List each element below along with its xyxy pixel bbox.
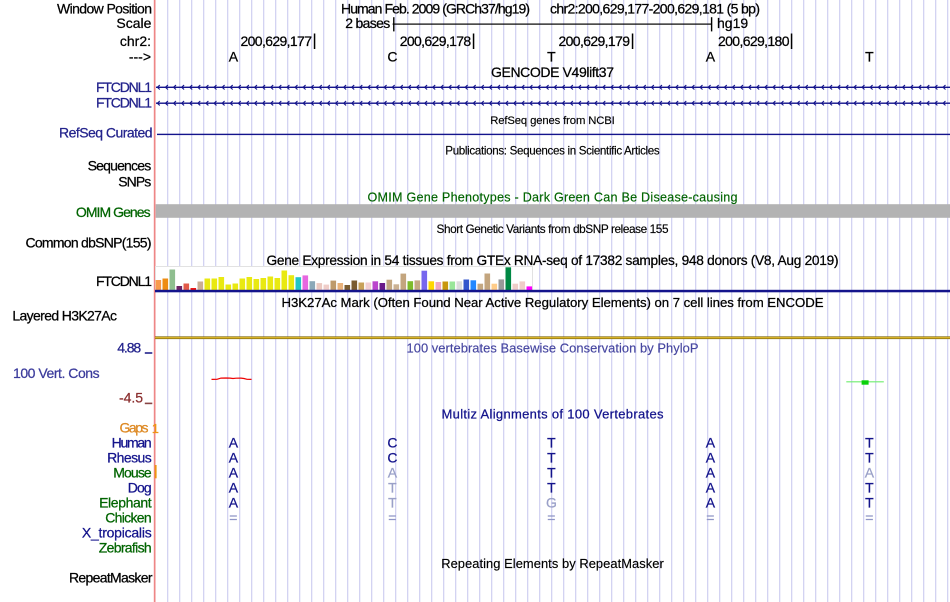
svg-text:SNPs: SNPs — [118, 174, 151, 190]
svg-text:A: A — [706, 450, 716, 466]
svg-text:C: C — [387, 450, 397, 466]
svg-text:A: A — [706, 435, 716, 451]
svg-text:RepeatMasker: RepeatMasker — [69, 570, 153, 586]
svg-text:RefSeq Curated: RefSeq Curated — [59, 125, 153, 141]
svg-text:T: T — [547, 465, 556, 481]
svg-text:Scale: Scale — [116, 15, 151, 31]
svg-text:Repeating Elements by RepeatMa: Repeating Elements by RepeatMasker — [441, 556, 664, 571]
svg-text:Mouse: Mouse — [113, 465, 152, 481]
svg-text:200,629,178: 200,629,178 — [400, 33, 472, 49]
svg-text:A: A — [706, 495, 716, 511]
svg-text:X_tropicalis: X_tropicalis — [82, 525, 152, 541]
svg-text:Gaps: Gaps — [120, 420, 149, 436]
svg-text:Gene Expression in 54 tissues: Gene Expression in 54 tissues from GTEx … — [267, 253, 839, 268]
svg-text:=: = — [547, 510, 555, 526]
svg-text:OMIM Gene Phenotypes - Dark Gr: OMIM Gene Phenotypes - Dark Green Can Be… — [368, 191, 738, 205]
svg-text:T: T — [388, 480, 397, 496]
svg-text:A: A — [865, 465, 875, 481]
svg-text:GENCODE V49lift37: GENCODE V49lift37 — [491, 64, 614, 80]
svg-text:2 bases: 2 bases — [345, 15, 390, 31]
svg-text:200,629,179: 200,629,179 — [559, 33, 631, 49]
svg-text:T: T — [547, 48, 556, 64]
svg-text:-4.5: -4.5 — [119, 389, 143, 405]
svg-text:=: = — [865, 510, 873, 526]
svg-text:A: A — [706, 48, 716, 64]
svg-text:T: T — [865, 480, 874, 496]
svg-text:T: T — [388, 495, 397, 511]
svg-text:A: A — [229, 48, 239, 64]
svg-text:A: A — [229, 465, 239, 481]
svg-text:1: 1 — [152, 422, 159, 436]
svg-text:A: A — [229, 480, 239, 496]
svg-text:Zebrafish: Zebrafish — [99, 540, 152, 556]
svg-text:--->: ---> — [129, 48, 151, 64]
svg-text:Publications: Sequences in Sci: Publications: Sequences in Scientific Ar… — [445, 145, 660, 158]
svg-text:Layered H3K27Ac: Layered H3K27Ac — [12, 308, 117, 324]
svg-text:Human: Human — [112, 435, 152, 451]
svg-text:4.88: 4.88 — [117, 339, 141, 355]
svg-text:100 vertebrates Basewise Conse: 100 vertebrates Basewise Conservation by… — [407, 341, 699, 356]
svg-text:Dog: Dog — [128, 480, 152, 496]
svg-text:100 Vert. Cons: 100 Vert. Cons — [13, 365, 100, 381]
svg-text:FTCDNL1: FTCDNL1 — [96, 79, 152, 95]
svg-text:A: A — [229, 450, 239, 466]
svg-text:=: = — [706, 510, 714, 526]
svg-text:=: = — [388, 510, 396, 526]
svg-text:Short Genetic Variants from db: Short Genetic Variants from dbSNP releas… — [437, 222, 669, 236]
svg-text:Human Feb. 2009 (GRCh37/hg19): Human Feb. 2009 (GRCh37/hg19) — [341, 0, 530, 16]
svg-text:T: T — [865, 435, 874, 451]
svg-text:200,629,177: 200,629,177 — [241, 33, 313, 49]
svg-text:T: T — [547, 450, 556, 466]
svg-text:A: A — [229, 495, 239, 511]
svg-text:200,629,180: 200,629,180 — [718, 33, 790, 49]
svg-text:G: G — [546, 495, 557, 511]
svg-text:Common dbSNP(155): Common dbSNP(155) — [26, 235, 152, 251]
svg-text:Sequences: Sequences — [88, 158, 152, 174]
svg-text:RefSeq genes from NCBI: RefSeq genes from NCBI — [490, 115, 615, 127]
svg-text:Rhesus: Rhesus — [107, 450, 152, 466]
svg-text:T: T — [865, 495, 874, 511]
svg-text:Elephant: Elephant — [99, 495, 152, 511]
svg-text:Chicken: Chicken — [105, 510, 152, 526]
svg-text:A: A — [388, 465, 398, 481]
svg-text:=: = — [229, 510, 237, 526]
svg-text:T: T — [865, 48, 874, 64]
svg-text:T: T — [547, 480, 556, 496]
svg-text:Multiz Alignments of 100 Verte: Multiz Alignments of 100 Vertebrates — [442, 407, 665, 422]
svg-text:FTCDNL1: FTCDNL1 — [96, 95, 152, 111]
svg-text:C: C — [387, 48, 397, 64]
svg-text:FTCDNL1: FTCDNL1 — [96, 273, 152, 289]
svg-text:T: T — [547, 435, 556, 451]
svg-text:T: T — [865, 450, 874, 466]
svg-text:C: C — [387, 435, 397, 451]
svg-text:A: A — [706, 465, 716, 481]
svg-text:OMIM Genes: OMIM Genes — [76, 204, 151, 220]
svg-text:hg19: hg19 — [717, 15, 748, 31]
svg-text:Window Position: Window Position — [57, 0, 152, 16]
svg-text:A: A — [229, 435, 239, 451]
svg-text:chr2:: chr2: — [120, 33, 151, 49]
svg-text:A: A — [706, 480, 716, 496]
svg-text:chr2:200,629,177-200,629,181 (: chr2:200,629,177-200,629,181 (5 bp) — [550, 0, 760, 16]
svg-text:H3K27Ac Mark (Often Found Near: H3K27Ac Mark (Often Found Near Active Re… — [282, 295, 824, 310]
